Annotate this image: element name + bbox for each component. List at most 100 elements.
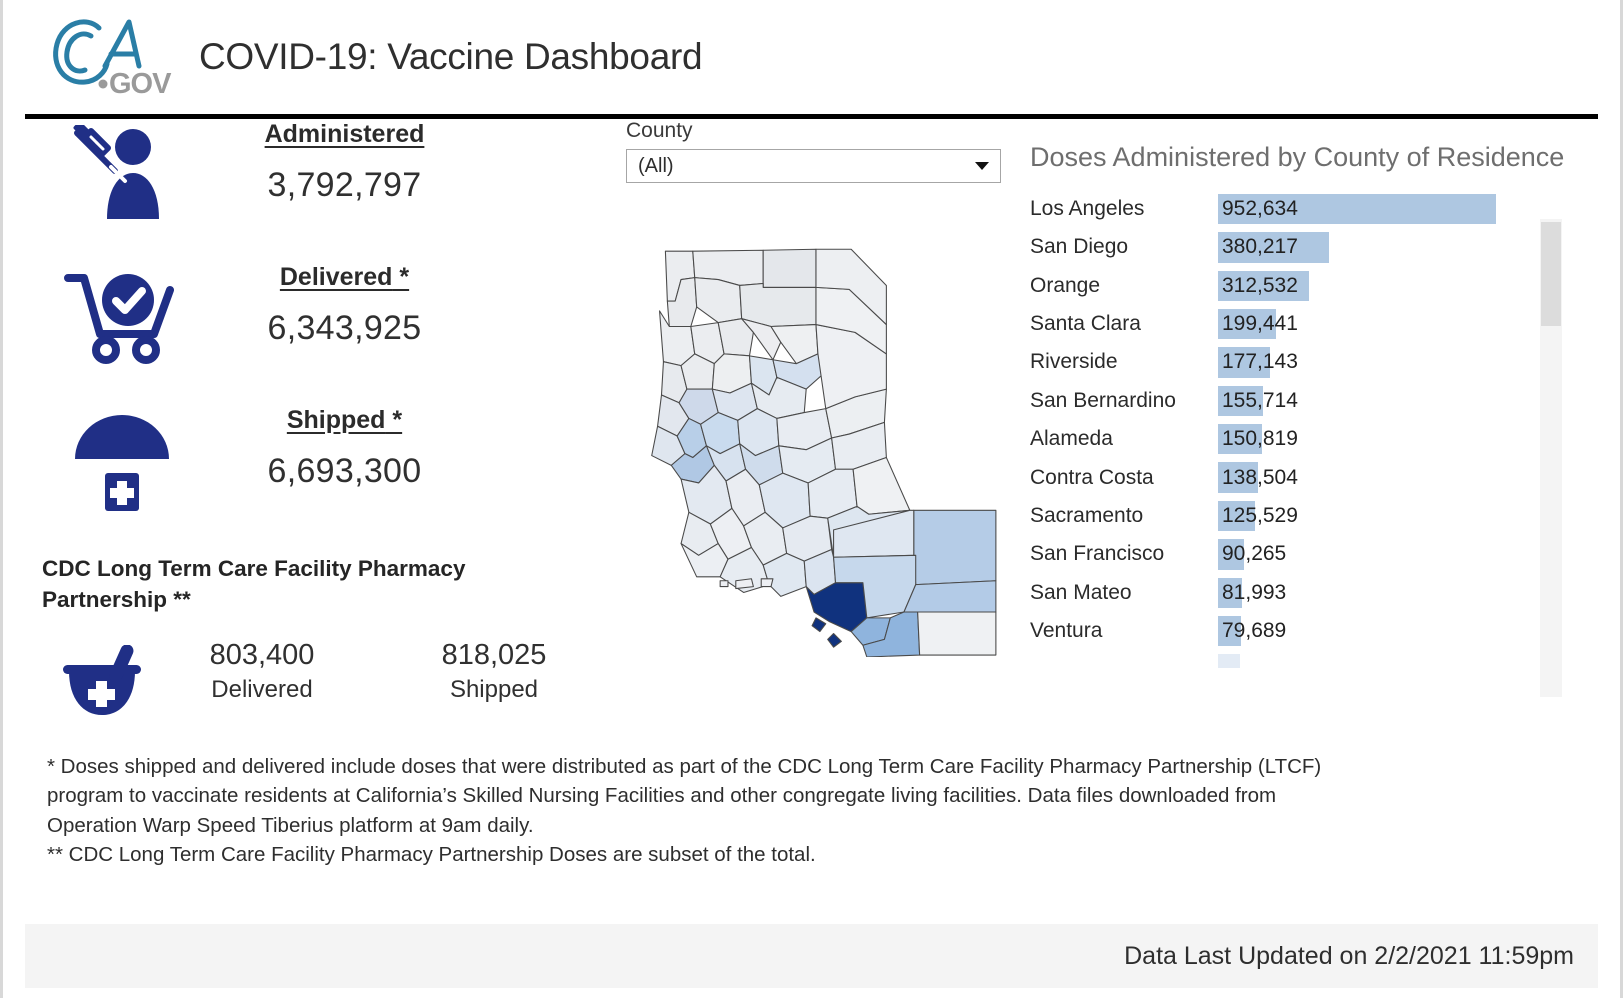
chart-category-label: Contra Costa xyxy=(1030,465,1154,489)
chart-bar-wrapper: 155,714 xyxy=(1218,382,1516,420)
stat-shipped-label-text: Shipped xyxy=(286,406,386,434)
chart-row[interactable]: San Bernardino 155,714 xyxy=(1030,382,1516,420)
chart-value-label: 312,532 xyxy=(1222,273,1298,297)
page-title: COVID-19: Vaccine Dashboard xyxy=(199,36,703,77)
ltcf-heading: CDC Long Term Care Facility Pharmacy Par… xyxy=(42,556,466,612)
chart-category-label: Orange xyxy=(1030,273,1101,297)
stat-shipped-label: Shipped * xyxy=(287,405,402,436)
county-chart-column: Doses Administered by County of Residenc… xyxy=(1030,119,1570,697)
chart-row[interactable]: Riverside 177,143 xyxy=(1030,343,1516,381)
chart-rows: Los Angeles 952,634 San Diego 380,217 Orange… xyxy=(1030,190,1516,668)
chart-bar-wrapper: 90,265 xyxy=(1218,535,1516,573)
ca-gov-logo: GOV xyxy=(47,14,179,100)
chart-value-label: 90,265 xyxy=(1222,542,1287,566)
chart-bar-wrapper: 125,529 xyxy=(1218,497,1516,535)
page-header: GOV COVID-19: Vaccine Dashboard xyxy=(3,0,1620,114)
footnote-line-4: ** CDC Long Term Care Facility Pharmacy … xyxy=(47,842,816,866)
chart-category-label: Alameda xyxy=(1030,427,1113,451)
chart-bar xyxy=(1218,654,1240,668)
stat-administered-value: 3,792,797 xyxy=(267,166,422,205)
chart-category-label: San Bernardino xyxy=(1030,388,1176,412)
chart-category-label: Ventura xyxy=(1030,619,1103,643)
chart-category-label: San Diego xyxy=(1030,235,1129,259)
footnote-line-2: program to vaccinate residents at Califo… xyxy=(47,784,1277,808)
chart-scrollbar-thumb[interactable] xyxy=(1541,222,1561,326)
stat-administered-text: Administered 3,792,797 xyxy=(207,119,612,205)
chart-bar-wrapper: 312,532 xyxy=(1218,267,1516,305)
chart-row[interactable]: Santa Clara 199,441 xyxy=(1030,305,1516,343)
ltcf-shipped: 818,025 Shipped xyxy=(409,639,579,704)
footnote-line-3: Operation Warp Speed Tiberius platform a… xyxy=(47,813,534,837)
chart-row[interactable]: San Mateo 81,993 xyxy=(1030,574,1516,612)
chart-category-label: San Francisco xyxy=(1030,542,1165,566)
last-updated-text: Data Last Updated on 2/2/2021 11:59pm xyxy=(1124,941,1574,970)
footnotes: * Doses shipped and delivered include do… xyxy=(47,752,1547,869)
syringe-person-icon xyxy=(37,119,207,225)
chart-value-label: 155,714 xyxy=(1222,388,1298,412)
chart-row[interactable]: San Francisco 90,265 xyxy=(1030,535,1516,573)
dashboard-body: Administered 3,792,797 Delivered * 6,343… xyxy=(3,119,1620,739)
chart-category-label: Riverside xyxy=(1030,350,1118,374)
chart-row-clipped xyxy=(1030,650,1516,668)
chart-value-label: 125,529 xyxy=(1222,504,1298,528)
chart-bar-wrapper: 81,993 xyxy=(1218,574,1516,612)
stat-administered: Administered 3,792,797 xyxy=(37,119,612,262)
stat-delivered-value: 6,343,925 xyxy=(267,309,422,348)
cart-check-icon xyxy=(37,262,207,364)
mortar-pestle-icon xyxy=(37,639,177,723)
stat-delivered-text: Delivered * 6,343,925 xyxy=(207,262,612,348)
map-column: County (All) xyxy=(620,119,1020,657)
chart-scrollbar[interactable] xyxy=(1540,219,1562,697)
stat-delivered-label: Delivered * xyxy=(280,262,409,293)
county-filter-label: County xyxy=(626,119,693,142)
chart-row[interactable]: Contra Costa 138,504 xyxy=(1030,458,1516,496)
chart-value-label: 150,819 xyxy=(1222,427,1298,451)
county-select-value: (All) xyxy=(638,154,674,177)
footnote-line-1: * Doses shipped and delivered include do… xyxy=(47,755,1322,778)
svg-text:GOV: GOV xyxy=(109,68,172,100)
chart-bar-wrapper: 199,441 xyxy=(1218,305,1516,343)
dashboard-page: GOV COVID-19: Vaccine Dashboard Administ… xyxy=(0,0,1623,998)
ltcf-delivered: 803,400 Delivered xyxy=(177,639,347,704)
chart-category-label: Los Angeles xyxy=(1030,196,1145,220)
chart-category-label: Sacramento xyxy=(1030,504,1144,528)
stat-shipped-asterisk: * xyxy=(385,406,403,434)
stat-shipped-text: Shipped * 6,693,300 xyxy=(207,405,612,491)
chart-value-label: 81,993 xyxy=(1222,580,1287,604)
chart-category-label: San Mateo xyxy=(1030,580,1132,604)
chart-row[interactable]: Sacramento 125,529 xyxy=(1030,497,1516,535)
ltcf-shipped-label: Shipped xyxy=(449,676,539,704)
chart-value-label: 79,689 xyxy=(1222,619,1287,643)
chart-bar-wrapper xyxy=(1218,650,1516,668)
chart-title: Doses Administered by County of Residenc… xyxy=(1030,142,1565,172)
stat-delivered-asterisk: * xyxy=(392,263,410,291)
chart-row[interactable]: Los Angeles 952,634 xyxy=(1030,190,1516,228)
ltcf-delivered-value: 803,400 xyxy=(209,639,315,672)
ltcf-stats-row: 803,400 Delivered 818,025 Shipped xyxy=(37,639,612,723)
chart-value-label: 380,217 xyxy=(1222,235,1298,259)
chart-row[interactable]: Orange 312,532 xyxy=(1030,267,1516,305)
chart-bar-wrapper: 380,217 xyxy=(1218,228,1516,266)
chart-scroll-area[interactable]: Los Angeles 952,634 San Diego 380,217 Orange… xyxy=(1030,190,1570,668)
chart-bar-wrapper: 177,143 xyxy=(1218,343,1516,381)
chart-row[interactable]: Alameda 150,819 xyxy=(1030,420,1516,458)
stat-delivered-label-text: Delivered xyxy=(279,263,393,291)
stat-shipped-value: 6,693,300 xyxy=(267,452,422,491)
chart-bar-wrapper: 79,689 xyxy=(1218,612,1516,650)
ltcf-delivered-label: Delivered xyxy=(211,676,313,704)
california-county-map[interactable] xyxy=(620,217,1010,657)
chart-row[interactable]: San Diego 380,217 xyxy=(1030,228,1516,266)
chart-row[interactable]: Ventura 79,689 xyxy=(1030,612,1516,650)
chart-bar-wrapper: 138,504 xyxy=(1218,458,1516,496)
chevron-down-icon[interactable] xyxy=(975,162,989,170)
chart-bar-wrapper: 150,819 xyxy=(1218,420,1516,458)
county-select[interactable]: (All) xyxy=(626,149,1001,183)
chart-value-label: 138,504 xyxy=(1222,465,1298,489)
ltcf-shipped-value: 818,025 xyxy=(441,639,547,672)
parachute-medical-icon xyxy=(37,405,207,515)
page-footer: Data Last Updated on 2/2/2021 11:59pm xyxy=(25,924,1598,988)
summary-stats-column: Administered 3,792,797 Delivered * 6,343… xyxy=(37,119,612,723)
chart-category-label: Santa Clara xyxy=(1030,312,1141,336)
chart-value-label: 199,441 xyxy=(1222,312,1298,336)
chart-bar-wrapper: 952,634 xyxy=(1218,190,1516,228)
